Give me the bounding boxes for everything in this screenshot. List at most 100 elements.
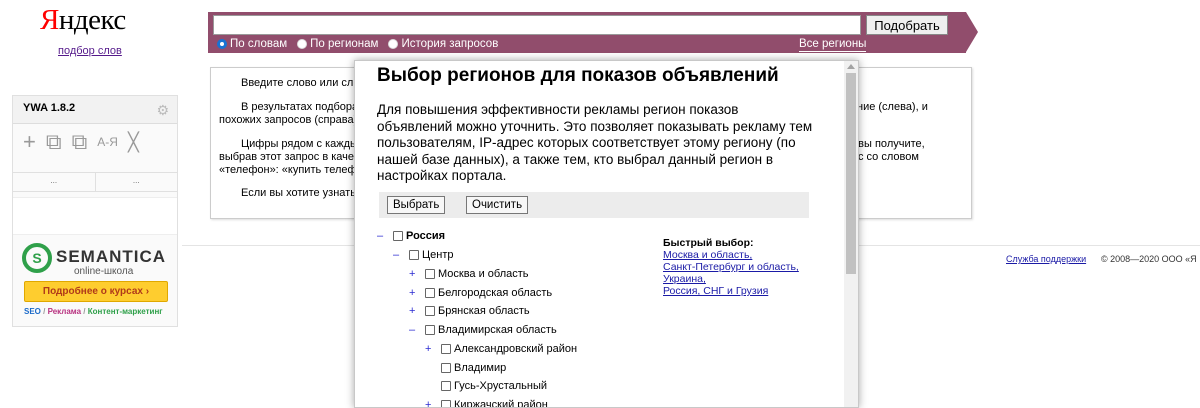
- tree-label: Владимирская область: [438, 324, 557, 336]
- ywa-list[interactable]: [13, 197, 177, 235]
- ad-tag-seo[interactable]: SEO: [24, 307, 41, 316]
- radio-icon: [297, 39, 308, 49]
- modal-button-bar: Выбрать Очистить: [379, 192, 809, 218]
- info-text-3a: Цифры рядом с кажды: [241, 138, 358, 150]
- tree-label: Москва и область: [438, 268, 529, 280]
- radio-selected-icon: [217, 39, 227, 49]
- collapse-icon[interactable]: –: [377, 230, 393, 242]
- scroll-thumb[interactable]: [846, 73, 856, 274]
- tag-separator: /: [81, 307, 88, 316]
- mode-by-regions[interactable]: По регионам: [297, 38, 378, 50]
- quick-link-spb[interactable]: Санкт-Петербург и область,: [663, 261, 799, 273]
- collapse-icon[interactable]: –: [409, 324, 425, 336]
- select-button[interactable]: Выбрать: [387, 196, 446, 214]
- sort-az-icon[interactable]: А-Я: [97, 135, 118, 149]
- info-text-3r1: е вы получите,: [849, 138, 925, 150]
- tree-label: Россия: [406, 230, 446, 242]
- search-bar-arrow: [966, 12, 978, 52]
- mode-label: История запросов: [401, 38, 499, 50]
- info-text-3r2: с со словом: [858, 151, 919, 163]
- quick-link-moscow[interactable]: Москва и область,: [663, 249, 799, 261]
- quick-select-title: Быстрый выбор:: [663, 237, 754, 249]
- checkbox[interactable]: [441, 344, 451, 354]
- quick-select: Быстрый выбор: Москва и область, Санкт-П…: [663, 237, 799, 297]
- checkbox[interactable]: [441, 363, 451, 373]
- modal-description: Для повышения эффективности рекламы реги…: [377, 102, 813, 183]
- expand-icon[interactable]: +: [409, 268, 425, 280]
- search-mode-group: По словам По регионам История запросов: [217, 38, 498, 50]
- support-link[interactable]: Служба поддержки: [1006, 254, 1086, 264]
- tree-item[interactable]: + Александровский район: [425, 343, 577, 355]
- tree-label: Брянская область: [438, 305, 530, 317]
- quick-link-russia-cis[interactable]: Россия, СНГ и Грузия: [663, 285, 799, 297]
- ad-tag-ads[interactable]: Реклама: [48, 307, 81, 316]
- logo-letter-ya: Я: [40, 4, 59, 36]
- expand-icon[interactable]: +: [425, 399, 441, 407]
- modal-scrollbar[interactable]: [844, 61, 858, 407]
- ad-tags: SEO / Реклама / Контент-маркетинг: [24, 307, 163, 316]
- tree-label: Центр: [422, 249, 454, 261]
- expand-icon[interactable]: +: [409, 287, 425, 299]
- mode-label: По словам: [230, 38, 288, 50]
- mode-history[interactable]: История запросов: [388, 38, 498, 50]
- tree-item[interactable]: + Брянская область: [409, 305, 530, 317]
- expand-icon[interactable]: +: [425, 343, 441, 355]
- all-regions-link[interactable]: Все регионы: [799, 38, 867, 52]
- ad-title: SEMANTICA: [56, 247, 167, 266]
- collapse-icon[interactable]: –: [393, 249, 409, 261]
- ywa-tab-2[interactable]: ...: [96, 173, 178, 191]
- scroll-up-icon[interactable]: [847, 64, 855, 69]
- ad-subtitle: online-школа: [74, 266, 134, 277]
- copy-stats-icon[interactable]: ⧉: [72, 129, 88, 155]
- ad-tag-content[interactable]: Контент-маркетинг: [88, 307, 163, 316]
- info-text-2a: В результатах подбора: [241, 101, 359, 113]
- checkbox[interactable]: [425, 325, 435, 335]
- ywa-title: YWA 1.8.2: [23, 102, 76, 114]
- clear-button[interactable]: Очистить: [466, 196, 529, 214]
- wordstat-link[interactable]: подбор слов: [58, 45, 122, 57]
- checkbox[interactable]: [425, 269, 435, 279]
- search-button[interactable]: Подобрать: [866, 15, 948, 35]
- mode-by-words[interactable]: По словам: [217, 38, 287, 50]
- close-icon[interactable]: ╳: [128, 132, 139, 153]
- semantica-logo-icon: S: [22, 243, 52, 273]
- logo-letters: ндекс: [58, 4, 126, 36]
- info-text-3c: «телефон»: «купить телефо: [219, 164, 363, 176]
- modal-title: Выбор регионов для показов объявлений: [377, 65, 779, 86]
- tag-separator: /: [40, 307, 48, 316]
- info-text-2b: похожих запросов (справа).: [219, 114, 361, 126]
- tree-item[interactable]: Владимир: [425, 362, 506, 374]
- info-text-3b: выбрав этот запрос в качест: [219, 151, 365, 163]
- tree-label: Гусь-Хрустальный: [454, 380, 548, 392]
- yandex-logo[interactable]: Яндекс: [40, 4, 126, 37]
- info-text-2r: ние (слева), и: [857, 101, 928, 113]
- checkbox[interactable]: [393, 231, 403, 241]
- search-input[interactable]: [213, 15, 861, 35]
- gear-icon[interactable]: ⚙: [156, 102, 169, 119]
- tree-item[interactable]: – Центр: [393, 249, 454, 261]
- radio-icon: [388, 39, 399, 49]
- checkbox[interactable]: [425, 288, 435, 298]
- tree-item[interactable]: + Белгородская область: [409, 287, 552, 299]
- quick-link-ukraine[interactable]: Украина,: [663, 273, 799, 285]
- tree-item[interactable]: + Киржачский район: [425, 399, 548, 407]
- tree-label: Белгородская область: [438, 287, 553, 299]
- add-icon[interactable]: +: [23, 129, 36, 155]
- ad-more-button[interactable]: Подробнее о курсах ›: [24, 281, 168, 302]
- checkbox[interactable]: [409, 250, 419, 260]
- tree-label: Владимир: [454, 362, 507, 374]
- expand-icon[interactable]: +: [409, 305, 425, 317]
- ywa-tab-1[interactable]: ...: [13, 173, 96, 191]
- checkbox[interactable]: [425, 306, 435, 316]
- tree-label: Александровский район: [454, 343, 578, 355]
- copy-icon[interactable]: ⧉: [46, 129, 62, 155]
- ywa-toolbar: + ⧉ ⧉ А-Я ╳: [13, 124, 177, 160]
- tree-item[interactable]: – Россия: [377, 230, 445, 242]
- info-text-4: Если вы хотите узнать: [241, 187, 356, 199]
- tree-item[interactable]: – Владимирская область: [409, 324, 557, 336]
- tree-item[interactable]: + Москва и область: [409, 268, 529, 280]
- copyright: © 2008—2020 ООО «Я: [1101, 254, 1197, 264]
- checkbox[interactable]: [441, 400, 451, 407]
- checkbox[interactable]: [441, 381, 451, 391]
- tree-item[interactable]: Гусь-Хрустальный: [425, 380, 547, 392]
